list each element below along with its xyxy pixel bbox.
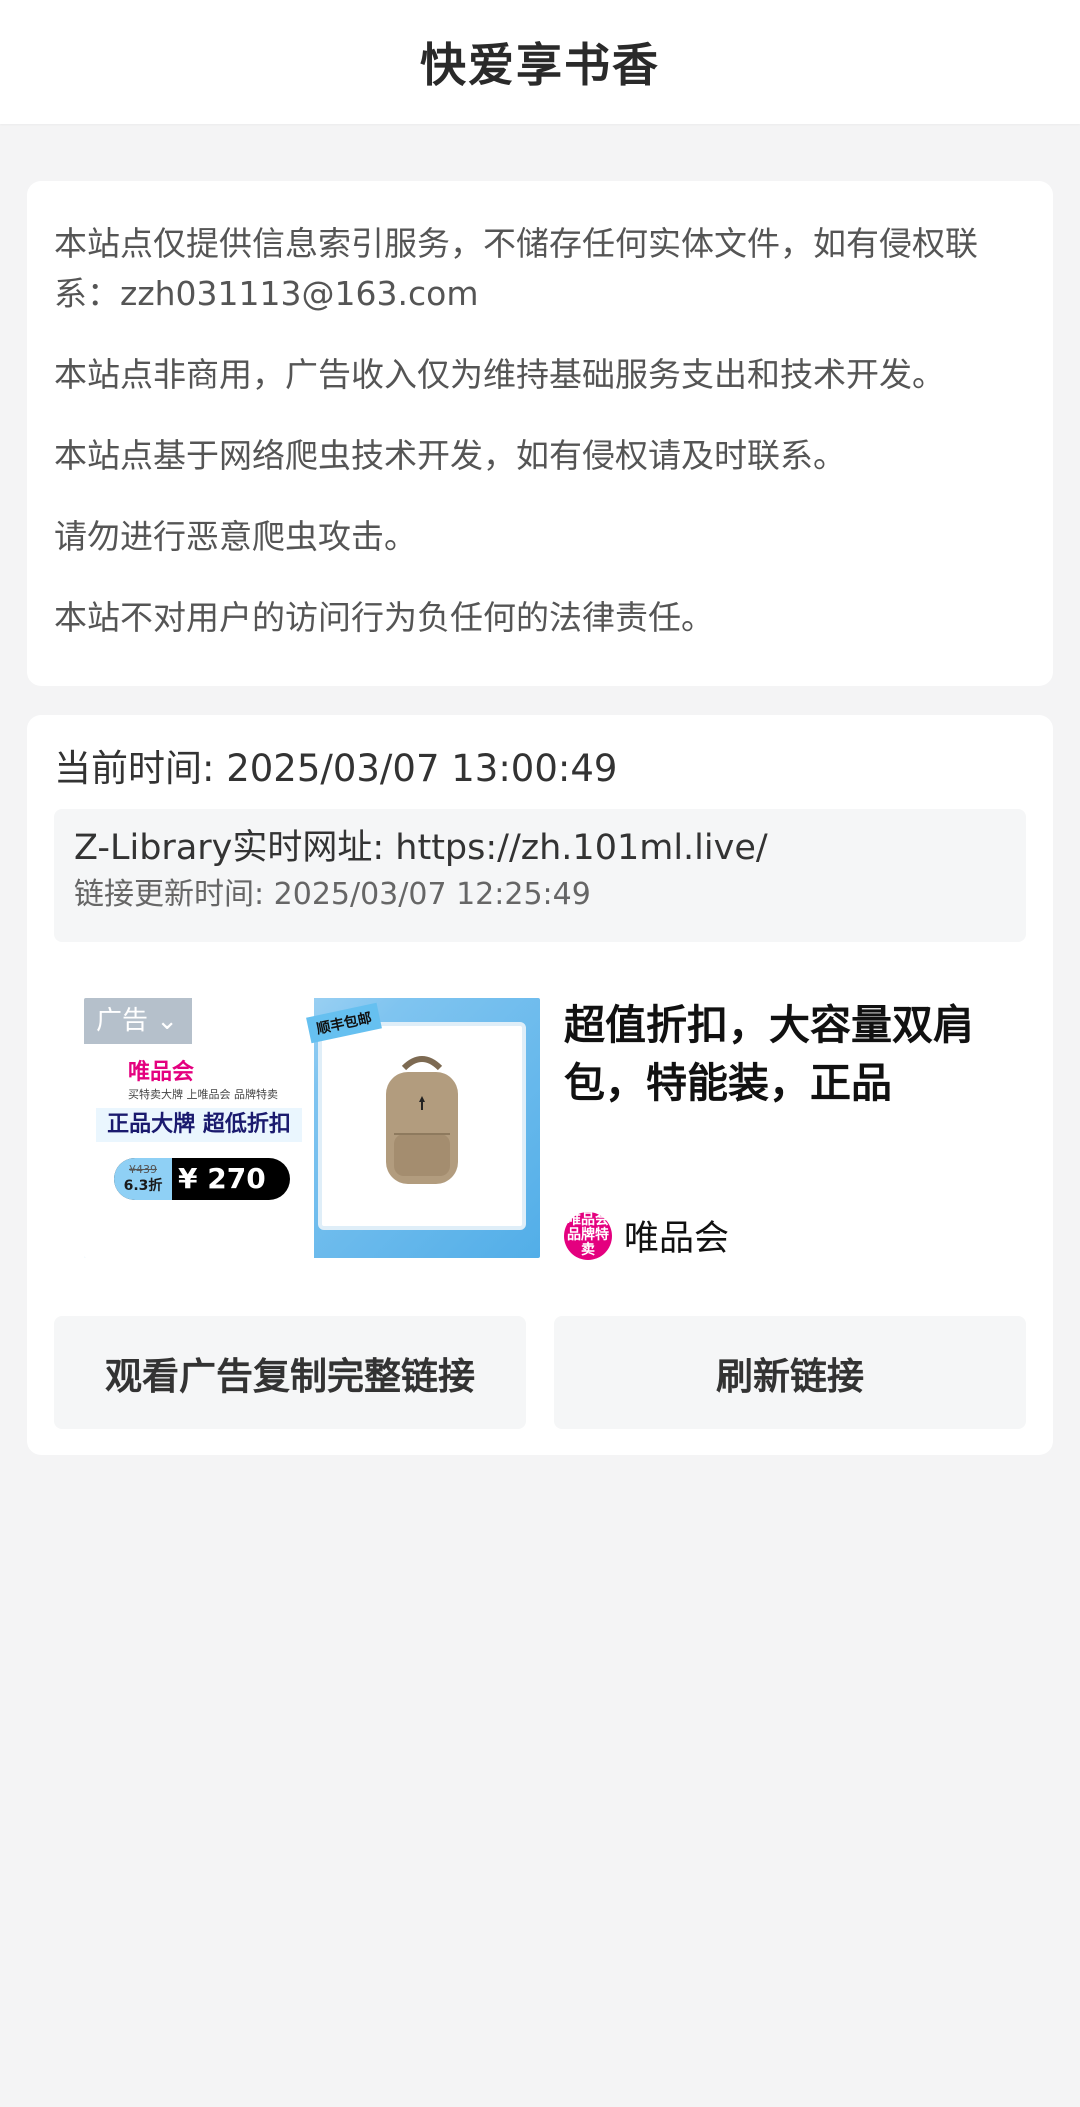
ad-image[interactable]: 广告 ⌄ 唯品会 买特卖大牌 上唯品会 品牌特卖 正品大牌 超低折扣 ¥ 270… <box>84 998 540 1258</box>
notice-line-crawler: 本站点基于网络爬虫技术开发，如有侵权请及时联系。 <box>54 436 846 475</box>
ad-title[interactable]: 超值折扣，大容量双肩包，特能装，正品 <box>564 996 984 1112</box>
notice-line-disclaimer: 本站点仅提供信息索引服务，不储存任何实体文件，如有侵权联系：zzh031113@… <box>54 224 978 313</box>
ad-image-discount: ¥439 6.3折 <box>114 1158 172 1200</box>
link-updated-time: 链接更新时间: 2025/03/07 12:25:49 <box>74 877 591 912</box>
notice-line-liability: 本站不对用户的访问行为负任何的法律责任。 <box>54 598 714 637</box>
backpack-image <box>318 1022 526 1230</box>
page-title: 快爱享书香 <box>420 38 660 92</box>
ad-advertiser[interactable]: 唯品会 品牌特卖 唯品会 <box>564 1210 729 1261</box>
refresh-link-button[interactable]: 刷新链接 <box>554 1316 1026 1429</box>
vip-logo-icon: 唯品会 品牌特卖 <box>564 1211 612 1260</box>
top-app-bar: 快爱享书香 <box>0 0 1080 124</box>
notice-card: 本站点仅提供信息索引服务，不储存任何实体文件，如有侵权联系：zzh031113@… <box>27 181 1053 686</box>
ad-advertiser-name: 唯品会 <box>624 1219 730 1259</box>
link-box: Z-Library实时网址: https://zh.101ml.live/ 链接… <box>54 809 1026 942</box>
link-card: 当前时间: 2025/03/07 13:00:49 Z-Library实时网址:… <box>27 715 1053 1455</box>
ad-label[interactable]: 广告 ⌄ <box>84 998 192 1044</box>
watch-ad-copy-link-button[interactable]: 观看广告复制完整链接 <box>54 1316 526 1429</box>
ad-image-brand: 唯品会 <box>128 1060 195 1085</box>
ad-image-small-text: 买特卖大牌 上唯品会 品牌特卖 <box>128 1088 278 1101</box>
zlibrary-url[interactable]: Z-Library实时网址: https://zh.101ml.live/ <box>74 823 1006 873</box>
ad-image-old-price: ¥439 <box>129 1163 157 1176</box>
ad-image-headline: 正品大牌 超低折扣 <box>96 1108 302 1142</box>
notice-line-no-attack: 请勿进行恶意爬虫攻击。 <box>54 517 417 556</box>
current-time: 当前时间: 2025/03/07 13:00:49 <box>54 747 618 790</box>
backpack-icon <box>386 1056 458 1184</box>
ad-image-discount-rate: 6.3折 <box>123 1178 163 1194</box>
notice-line-non-commercial: 本站点非商用，广告收入仅为维持基础服务支出和技术开发。 <box>54 355 945 394</box>
